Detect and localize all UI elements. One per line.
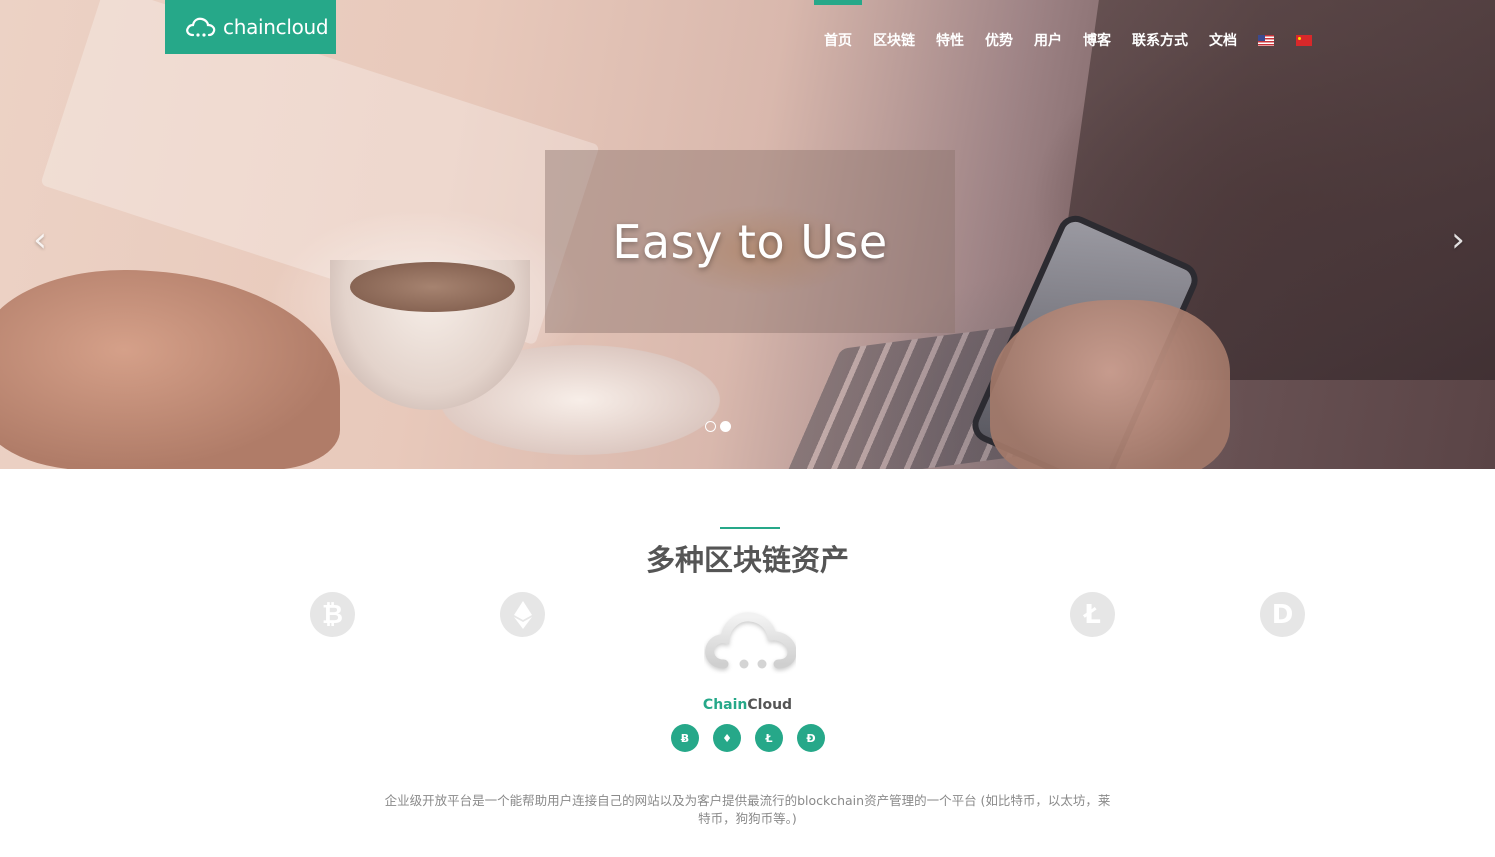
dogecoin-glyph: D (1271, 599, 1294, 630)
hero-photo-coffee (350, 262, 515, 312)
ethereum-icon (500, 592, 545, 637)
chevron-right-icon: › (1451, 220, 1465, 260)
brand-name: ChainCloud (0, 697, 1495, 713)
platform-description: 企业级开放平台是一个能帮助用户连接自己的网站以及为客户提供最流行的blockch… (384, 793, 1111, 826)
hero-caption: Easy to Use (612, 214, 888, 269)
bitcoin-icon: Ƀ (671, 724, 699, 752)
nav-item-features[interactable]: 特性 (936, 0, 964, 50)
brand-part-chain: Chain (702, 697, 748, 713)
litecoin-icon: Ł (755, 724, 783, 752)
chevron-left-icon: ‹ (33, 220, 47, 260)
nav-item-home[interactable]: 首页 (814, 0, 862, 50)
dogecoin-icon: Ð (797, 724, 825, 752)
logo-text: chaincloud (223, 15, 329, 39)
brand-part-cloud: Cloud (747, 697, 793, 713)
nav-item-docs[interactable]: 文档 (1209, 0, 1237, 50)
bitcoin-icon: ₿ (310, 592, 355, 637)
hero-carousel: Easy to Use ‹ › (0, 0, 1495, 469)
carousel-indicators (705, 421, 731, 432)
dogecoin-icon: D (1260, 592, 1305, 637)
hero-photo-hand (0, 270, 340, 469)
litecoin-glyph: Ł (1084, 599, 1101, 630)
litecoin-icon: Ł (1070, 592, 1115, 637)
carousel-next-button[interactable]: › (1443, 222, 1473, 258)
main-nav: 首页 区块链 特性 优势 用户 博客 联系方式 文档 (814, 0, 1334, 54)
cloud-icon (705, 612, 796, 669)
nav-item-contact[interactable]: 联系方式 (1132, 0, 1188, 50)
bitcoin-glyph: ₿ (321, 600, 344, 630)
carousel-prev-button[interactable]: ‹ (25, 222, 55, 258)
site-logo[interactable]: chaincloud (165, 0, 336, 54)
ethereum-glyph (513, 600, 532, 629)
cloud-icon (186, 17, 216, 37)
ethereum-icon: ♦ (713, 724, 741, 752)
section-divider (720, 527, 780, 529)
supported-coins-row: Ƀ ♦ Ł Ð (671, 724, 825, 752)
nav-item-blog[interactable]: 博客 (1083, 0, 1111, 50)
carousel-dot-1[interactable] (705, 421, 716, 432)
carousel-dot-2[interactable] (720, 421, 731, 432)
en-flag-icon[interactable] (1258, 35, 1274, 46)
nav-item-users[interactable]: 用户 (1034, 0, 1062, 50)
nav-item-advantages[interactable]: 优势 (985, 0, 1013, 50)
section-title: 多种区块链资产 (645, 543, 849, 577)
cn-flag-icon[interactable] (1296, 35, 1312, 46)
nav-item-blockchain[interactable]: 区块链 (873, 0, 915, 50)
hero-photo-hand (990, 300, 1230, 469)
